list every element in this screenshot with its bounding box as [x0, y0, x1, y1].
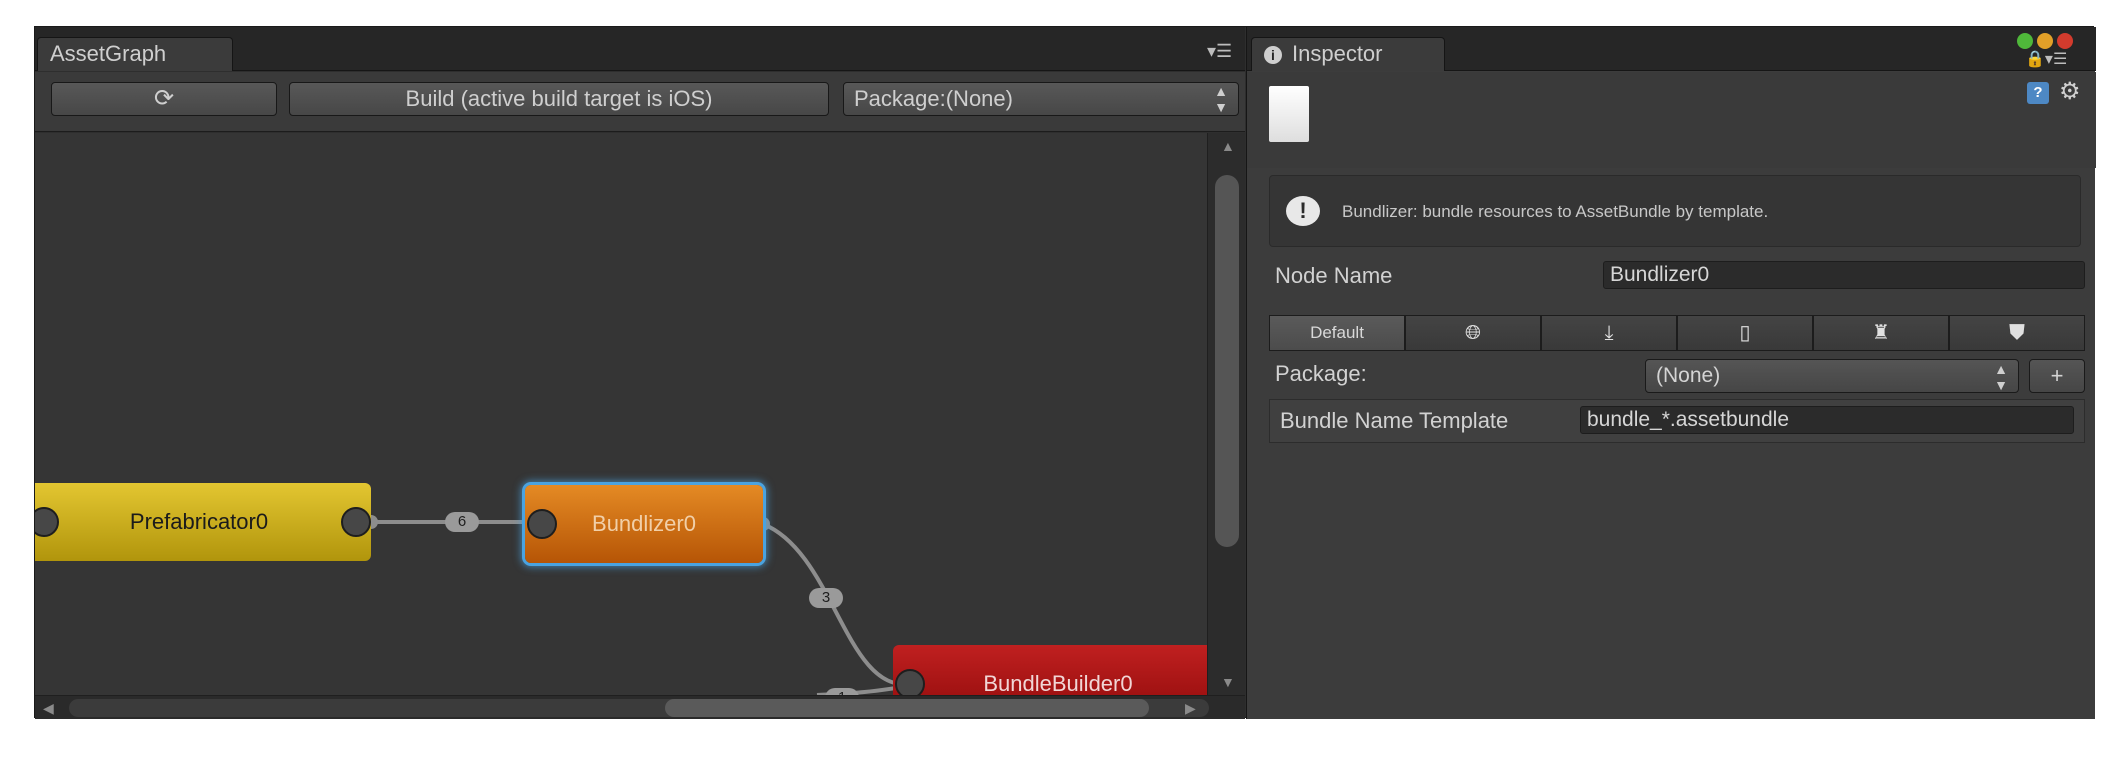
node-label: Bundlizer0 — [592, 511, 696, 536]
tab-platform-default[interactable]: Default — [1269, 315, 1405, 351]
edge-count-badge[interactable]: 1 — [825, 688, 859, 695]
warning-icon: ! — [1286, 196, 1320, 226]
node-label: BundleBuilder0 — [983, 671, 1133, 695]
build-button[interactable]: Build (active build target is iOS) — [289, 82, 829, 116]
node-bundlizer[interactable]: Bundlizer0 — [525, 485, 763, 563]
horizontal-scroll-thumb[interactable] — [665, 699, 1149, 717]
menu-icon[interactable]: ▾☰ — [1207, 41, 1232, 62]
edge-count-badge[interactable]: 3 — [809, 588, 843, 608]
package-dropdown-label: Package:(None) — [854, 86, 1013, 111]
maximize-icon[interactable] — [2017, 33, 2033, 49]
scroll-right-icon[interactable]: ▶ — [1185, 701, 1196, 715]
graph-canvas[interactable]: Prefabricator0 Bundlizer0 BundleBuilder0… — [35, 133, 1207, 695]
inspector-panel: i Inspector 🔒▾☰ ? ⚙ ! Bundlizer: bundle … — [1246, 27, 2096, 719]
node-label: Prefabricator0 — [129, 509, 269, 534]
minimize-icon[interactable] — [2037, 33, 2053, 49]
bundle-template-field[interactable]: bundle_*.assetbundle — [1580, 406, 2074, 434]
help-message: Bundlizer: bundle resources to AssetBund… — [1342, 202, 1769, 221]
tab-platform-android[interactable]: ♜ — [1813, 315, 1949, 351]
package-dropdown[interactable]: Package:(None) ▲ ▼ — [843, 82, 1239, 116]
android-icon: ♜ — [1872, 322, 1890, 344]
scroll-up-icon[interactable]: ▲ — [1221, 139, 1235, 153]
help-box: ! Bundlizer: bundle resources to AssetBu… — [1269, 175, 2081, 247]
horizontal-scrollbar[interactable]: ◀ ▶ — [35, 695, 1245, 719]
tab-platform-ios[interactable]: ▯ — [1677, 315, 1813, 351]
bundle-template-row: Bundle Name Template bundle_*.assetbundl… — [1269, 399, 2085, 443]
package-popup[interactable]: (None) ▲ ▼ — [1645, 359, 2019, 393]
tab-platform-webgl[interactable]: ⛊ — [1949, 315, 2085, 351]
edge-layer — [364, 512, 915, 695]
node-bundle-builder[interactable]: BundleBuilder0 — [893, 645, 1207, 695]
package-label: Package: — [1275, 361, 1367, 386]
platform-tabs: Default 🌐︎ ⤓ ▯ ♜ ⛊ — [1269, 315, 2085, 351]
updown-arrows-icon: ▲ ▼ — [1994, 361, 2008, 393]
asset-graph-tabbar: AssetGraph ▾☰ — [35, 27, 1245, 71]
asset-graph-toolbar: ⟳ Build (active build target is iOS) Pac… — [35, 72, 1245, 132]
html5-icon: ⛊ — [2009, 322, 2025, 344]
build-button-label: Build (active build target is iOS) — [405, 86, 713, 111]
scroll-left-icon[interactable]: ◀ — [43, 701, 54, 715]
vertical-scroll-thumb[interactable] — [1215, 175, 1239, 547]
tab-asset-graph[interactable]: AssetGraph — [37, 37, 233, 71]
node-name-label: Node Name — [1275, 263, 1393, 288]
phone-icon: ▯ — [1739, 322, 1751, 344]
input-port[interactable] — [527, 509, 557, 539]
tab-platform-default-label: Default — [1310, 323, 1364, 342]
node-name-field[interactable]: Bundlizer0 — [1603, 261, 2085, 289]
updown-arrows-icon: ▲ ▼ — [1214, 83, 1228, 115]
download-icon: ⤓ — [1604, 322, 1614, 344]
tab-inspector[interactable]: i Inspector — [1251, 37, 1445, 71]
tab-asset-graph-label: AssetGraph — [50, 41, 167, 66]
editor-window: AssetGraph ▾☰ ⟳ Build (active build targ… — [34, 26, 2096, 719]
globe-icon: 🌐︎ — [1465, 322, 1481, 344]
edge-count-badge[interactable]: 6 — [445, 512, 479, 532]
add-package-button[interactable]: + — [2029, 359, 2085, 393]
gear-icon[interactable]: ⚙ — [2059, 77, 2081, 106]
node-prefabricator[interactable]: Prefabricator0 — [35, 483, 371, 561]
info-icon: i — [1264, 46, 1282, 64]
inspector-header: ? ⚙ — [1247, 72, 2096, 168]
bundle-template-label: Bundle Name Template — [1280, 408, 1509, 433]
help-icon[interactable]: ? — [2027, 82, 2049, 104]
close-icon[interactable] — [2057, 33, 2073, 49]
inspector-tabbar: i Inspector 🔒▾☰ — [1247, 27, 2096, 71]
refresh-button[interactable]: ⟳ — [51, 82, 277, 116]
package-popup-value: (None) — [1656, 364, 1721, 387]
scroll-down-icon[interactable]: ▼ — [1221, 675, 1235, 689]
tab-platform-standalone[interactable]: ⤓ — [1541, 315, 1677, 351]
tab-inspector-label: Inspector — [1292, 41, 1383, 66]
refresh-icon: ⟳ — [153, 85, 175, 112]
input-port[interactable] — [895, 669, 925, 695]
output-port[interactable] — [341, 507, 371, 537]
tab-platform-web[interactable]: 🌐︎ — [1405, 315, 1541, 351]
vertical-scrollbar[interactable]: ▲ ▼ — [1207, 133, 1245, 695]
document-icon — [1269, 86, 1309, 142]
lock-menu-icon[interactable]: 🔒▾☰ — [2025, 49, 2067, 69]
input-port[interactable] — [35, 507, 59, 537]
